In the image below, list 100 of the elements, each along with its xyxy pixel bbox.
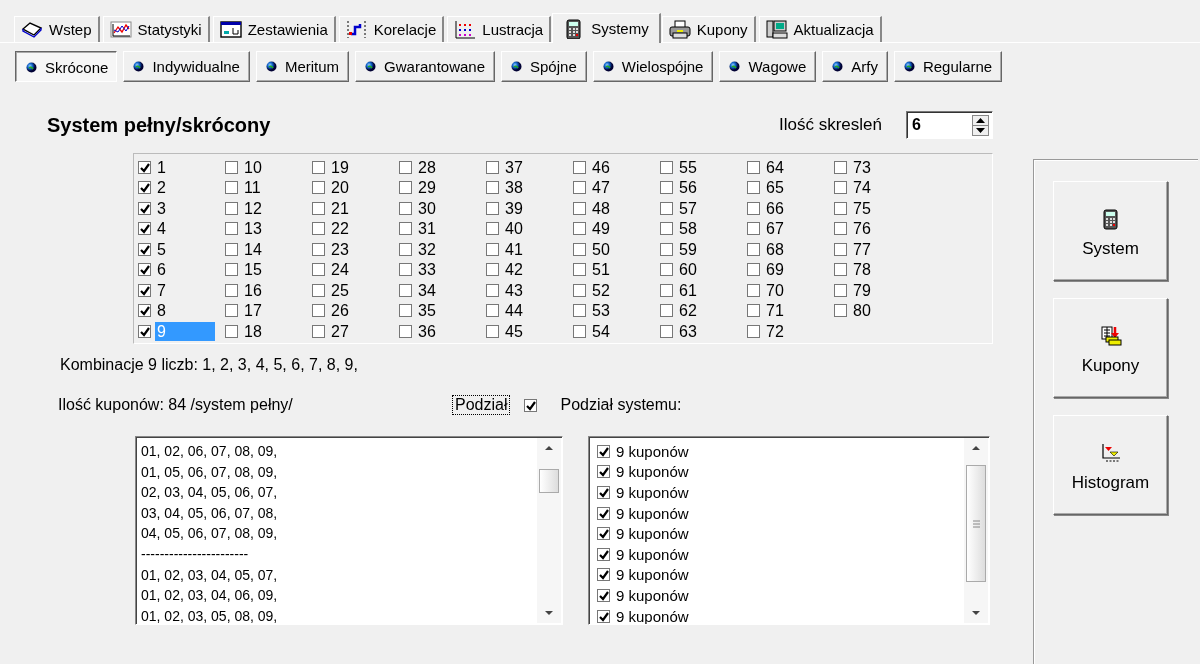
number-label[interactable]: 29 <box>416 178 476 198</box>
subtab-button[interactable]: Skrócone <box>15 51 118 82</box>
number-label[interactable]: 60 <box>677 260 737 280</box>
tab[interactable]: Zestawienia <box>212 16 336 42</box>
checkbox[interactable] <box>312 160 325 174</box>
number-label[interactable]: 14 <box>242 239 302 259</box>
number-label[interactable]: 36 <box>416 321 476 341</box>
checkbox[interactable] <box>225 181 238 195</box>
list-item[interactable]: 9 kuponów <box>616 566 689 584</box>
number-label[interactable]: 62 <box>677 301 737 321</box>
coupon-list[interactable] <box>135 436 563 625</box>
checkbox[interactable] <box>573 324 586 338</box>
checkbox[interactable] <box>834 201 847 215</box>
checkbox[interactable] <box>399 160 412 174</box>
number-label[interactable]: 4 <box>155 219 215 239</box>
checkbox[interactable] <box>834 242 847 256</box>
tab[interactable]: Aktualizacja <box>758 16 882 42</box>
checkbox[interactable] <box>660 324 673 338</box>
list-item[interactable]: 01, 02, 03, 04, 05, 07, <box>141 564 278 586</box>
number-label[interactable]: 24 <box>329 260 389 280</box>
checkbox[interactable] <box>312 304 325 318</box>
scrollbar[interactable] <box>964 438 988 623</box>
checkbox[interactable] <box>524 398 538 412</box>
subtab-button[interactable]: Wielospójne <box>592 51 714 82</box>
list-item[interactable]: 01, 02, 03, 04, 06, 09, <box>141 585 278 606</box>
number-label[interactable]: 5 <box>155 239 215 259</box>
number-label[interactable]: 20 <box>329 178 389 198</box>
checkbox[interactable] <box>660 242 673 256</box>
number-label[interactable]: 47 <box>590 178 650 198</box>
checkbox[interactable] <box>138 283 151 297</box>
number-label[interactable]: 45 <box>503 321 563 341</box>
action-button[interactable]: Histogram <box>1053 415 1168 515</box>
checkbox[interactable] <box>573 283 586 297</box>
checkbox[interactable] <box>486 324 499 338</box>
number-label[interactable]: 64 <box>764 157 824 177</box>
checkbox[interactable] <box>597 547 610 561</box>
checkbox[interactable] <box>834 263 847 277</box>
checkbox[interactable] <box>834 222 847 236</box>
number-label[interactable]: 58 <box>677 219 737 239</box>
checkbox[interactable] <box>573 160 586 174</box>
list-item[interactable]: 01, 02, 03, 05, 08, 09, <box>141 605 278 624</box>
checkbox[interactable] <box>138 263 151 277</box>
checkbox[interactable] <box>660 201 673 215</box>
tab[interactable]: Statystyki <box>102 16 210 42</box>
checkbox[interactable] <box>399 242 412 256</box>
checkbox[interactable] <box>138 324 151 338</box>
list-item[interactable]: ----------------------- <box>141 543 249 565</box>
number-label[interactable]: 7 <box>155 280 215 300</box>
number-label[interactable]: 51 <box>590 260 650 280</box>
checkbox[interactable] <box>312 263 325 277</box>
number-label[interactable]: 11 <box>242 178 302 198</box>
number-label[interactable]: 61 <box>677 280 737 300</box>
list-item[interactable]: 9 kuponów <box>616 525 689 543</box>
number-label[interactable]: 55 <box>677 157 737 177</box>
number-label[interactable]: 34 <box>416 280 476 300</box>
number-label[interactable]: 73 <box>851 157 911 177</box>
checkbox[interactable] <box>747 160 760 174</box>
number-label[interactable]: 50 <box>590 239 650 259</box>
checkbox[interactable] <box>399 304 412 318</box>
action-button[interactable]: System <box>1053 181 1168 281</box>
number-label[interactable]: 21 <box>329 198 389 218</box>
number-label[interactable]: 22 <box>329 219 389 239</box>
checkbox[interactable] <box>486 222 499 236</box>
subtab-button[interactable]: Regularne <box>893 51 1003 82</box>
checkbox[interactable] <box>573 201 586 215</box>
number-label[interactable]: 67 <box>764 219 824 239</box>
checkbox[interactable] <box>573 263 586 277</box>
scroll-down-icon[interactable] <box>970 608 982 618</box>
checkbox[interactable] <box>486 304 499 318</box>
number-label[interactable]: 76 <box>851 219 911 239</box>
number-label[interactable]: 17 <box>242 301 302 321</box>
number-label[interactable]: 39 <box>503 198 563 218</box>
list-item[interactable]: 9 kuponów <box>616 484 689 501</box>
number-label[interactable]: 12 <box>242 198 302 218</box>
checkbox[interactable] <box>660 263 673 277</box>
checkbox[interactable] <box>138 181 151 195</box>
checkbox[interactable] <box>399 201 412 215</box>
number-label[interactable]: 65 <box>764 178 824 198</box>
subtab-button[interactable]: Meritum <box>255 51 350 82</box>
checkbox[interactable] <box>138 201 151 215</box>
list-item[interactable]: 02, 03, 04, 05, 06, 07, <box>141 482 278 503</box>
checkbox[interactable] <box>660 160 673 174</box>
checkbox[interactable] <box>747 304 760 318</box>
checkbox[interactable] <box>834 160 847 174</box>
list-item[interactable]: 9 kuponów <box>616 607 689 624</box>
split-list[interactable]: 9 kuponów 9 kuponów 9 kuponów 9 kuponów 9 kuponów 9 kuponów 9 kuponów 9 kuponów 9 kuponów <box>588 436 990 625</box>
scroll-down-icon[interactable] <box>543 608 555 618</box>
checkbox[interactable] <box>312 242 325 256</box>
number-label[interactable]: 27 <box>329 321 389 341</box>
number-label[interactable]: 79 <box>851 280 911 300</box>
checkbox[interactable] <box>399 181 412 195</box>
tab[interactable]: Systemy <box>552 13 661 43</box>
checkbox[interactable] <box>225 304 238 318</box>
list-item[interactable]: 9 kuponów <box>616 442 689 460</box>
checkbox[interactable] <box>225 324 238 338</box>
checkbox[interactable] <box>486 160 499 174</box>
checkbox[interactable] <box>597 568 610 582</box>
number-label[interactable]: 23 <box>329 239 389 259</box>
number-label[interactable]: 40 <box>503 219 563 239</box>
checkbox[interactable] <box>399 283 412 297</box>
